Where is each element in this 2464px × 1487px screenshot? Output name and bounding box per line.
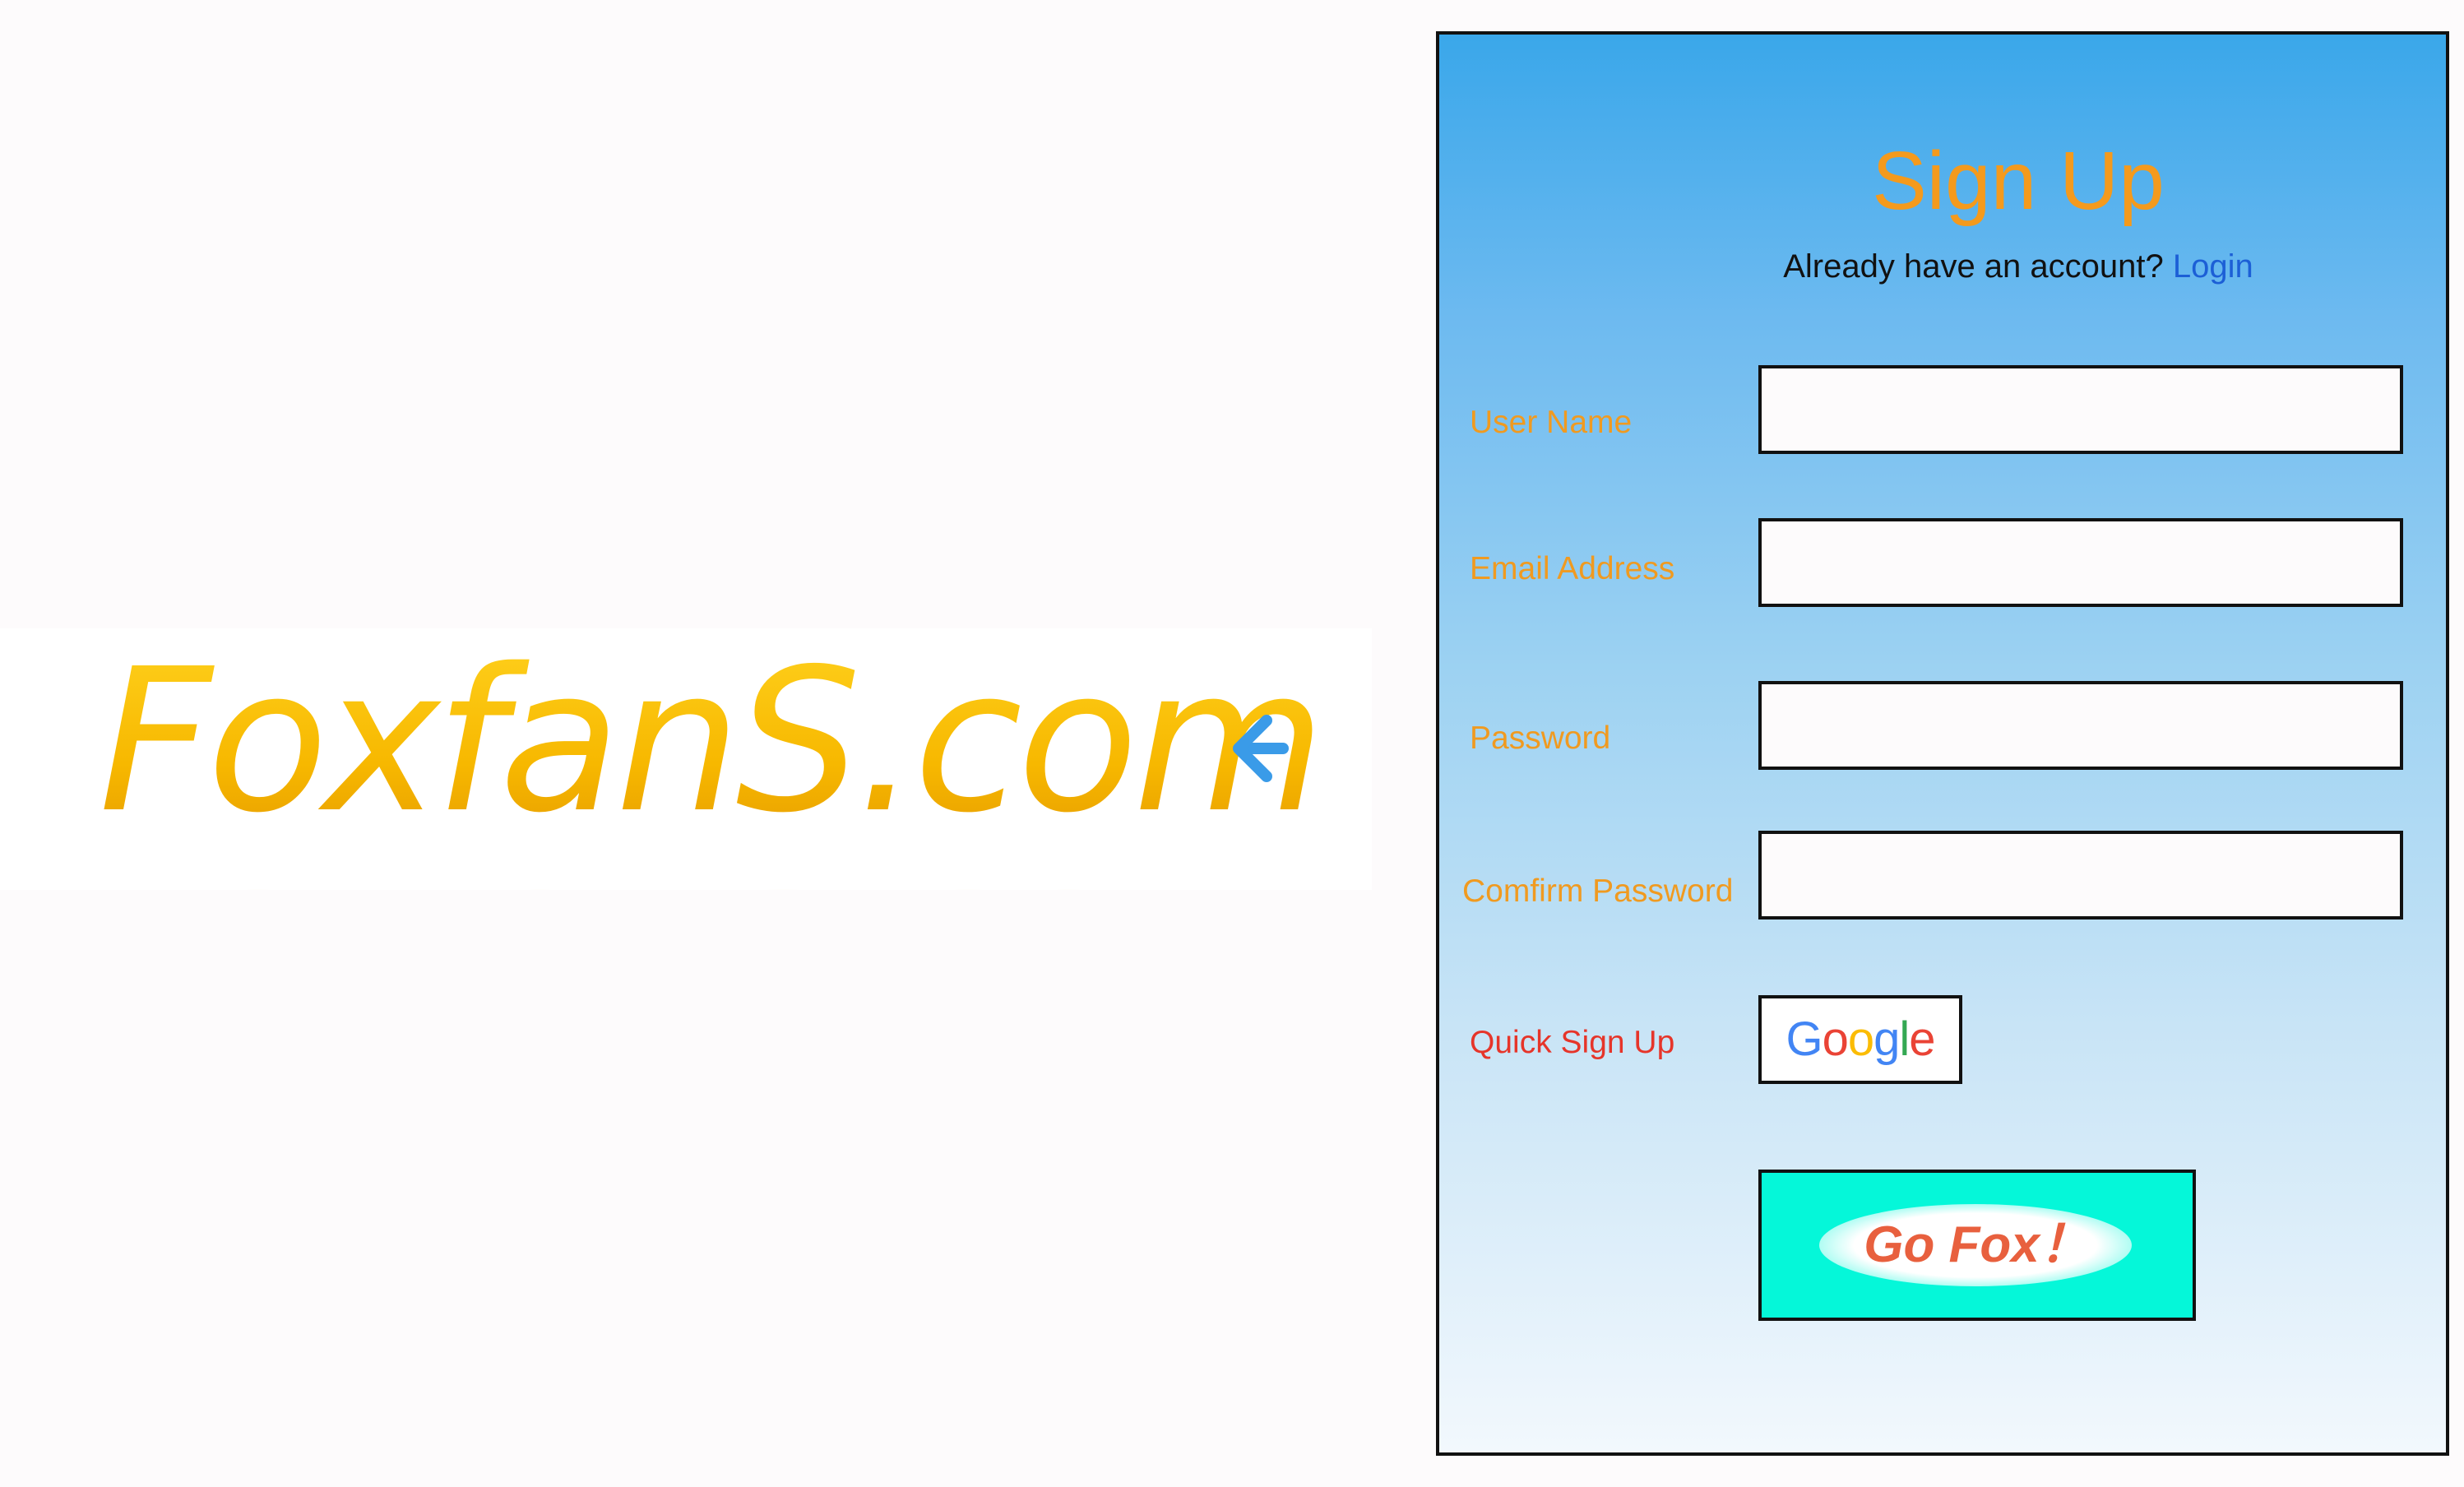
site-logo: FoxfanS.com FoxfanS.com — [99, 628, 1326, 890]
google-letter: o — [1847, 1012, 1874, 1066]
google-letter: e — [1909, 1012, 1935, 1066]
email-label: Email Address — [1470, 551, 1675, 586]
google-letter: g — [1873, 1012, 1900, 1066]
login-link[interactable]: Login — [2173, 248, 2253, 285]
confirm-password-field[interactable] — [1758, 831, 2403, 920]
password-field[interactable] — [1758, 681, 2403, 770]
google-letter: o — [1822, 1012, 1849, 1066]
confirm-password-label: Comfirm Password — [1462, 873, 1734, 909]
username-label: User Name — [1470, 405, 1633, 440]
page-title: Sign Up — [1872, 135, 2165, 227]
username-field[interactable] — [1758, 365, 2403, 454]
already-account-text: Already have an account? — [1783, 248, 2164, 285]
quick-signup-label: Quick Sign Up — [1470, 1025, 1675, 1060]
google-logo-icon: Google — [1785, 1016, 1935, 1063]
signup-panel: Sign Up Already have an account? Login U… — [1436, 31, 2449, 1456]
password-label: Password — [1470, 720, 1611, 756]
email-field[interactable] — [1758, 518, 2403, 607]
submit-label: Go Fox！ — [1864, 1216, 2091, 1273]
google-letter: l — [1899, 1012, 1910, 1066]
logo-reflection: FoxfanS.com — [99, 865, 1321, 890]
page: FoxfanS.com FoxfanS.com Sign Up Already … — [0, 0, 2464, 1487]
google-letter: G — [1785, 1012, 1823, 1066]
logo-text: FoxfanS.com — [99, 628, 1321, 856]
google-signup-button[interactable]: Google — [1758, 995, 1962, 1084]
go-fox-submit-button[interactable]: Go Fox！ — [1758, 1170, 2196, 1321]
login-prompt: Already have an account? Login — [1591, 250, 2446, 283]
